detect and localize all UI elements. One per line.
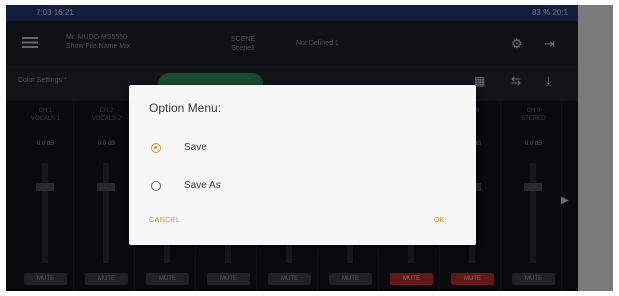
option-save-as[interactable]: Save As xyxy=(149,178,449,198)
radio-selected-icon[interactable] xyxy=(151,143,161,153)
radio-unselected-icon[interactable] xyxy=(151,181,161,191)
option-save[interactable]: Save xyxy=(149,140,449,160)
app-screen: 7:03 16:21 83 % 20:1 Mr. MUDO MS5550 Sho… xyxy=(6,5,578,291)
option-save-as-label: Save As xyxy=(184,180,221,191)
cancel-button[interactable]: CANCEL xyxy=(149,217,180,224)
ok-button[interactable]: OK xyxy=(434,217,444,224)
option-menu-dialog: Option Menu: Save Save As CANCEL OK xyxy=(129,85,476,245)
dialog-title: Option Menu: xyxy=(149,101,222,115)
option-save-label: Save xyxy=(184,142,207,153)
side-panel xyxy=(578,5,613,291)
